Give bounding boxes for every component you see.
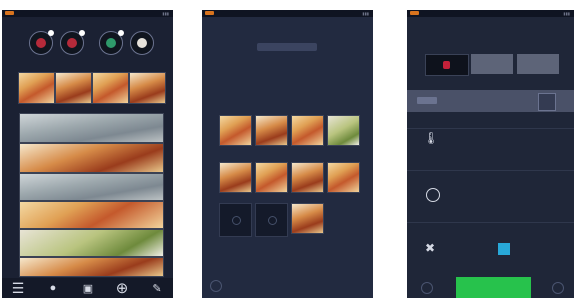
category-chicken[interactable] — [29, 30, 54, 55]
recipe-tile[interactable] — [327, 115, 360, 146]
favorite-icon[interactable] — [552, 282, 564, 294]
back-icon[interactable] — [210, 280, 222, 292]
recipe-thumbnail[interactable] — [18, 72, 55, 104]
sub-tab-selected[interactable] — [417, 97, 437, 104]
recipe-banner[interactable] — [19, 113, 164, 143]
recipe-banner[interactable] — [19, 143, 164, 173]
selected-badge — [79, 30, 85, 36]
back-icon[interactable] — [421, 282, 433, 294]
mode-tab[interactable] — [471, 54, 513, 74]
selected-badge — [118, 30, 124, 36]
brand-logo — [410, 11, 419, 15]
start-button[interactable] — [456, 277, 531, 298]
status-bar: ▮▮▮ — [407, 10, 574, 17]
brand-logo — [5, 11, 14, 15]
recipe-tile[interactable] — [255, 162, 288, 193]
placeholder-icon — [232, 216, 241, 225]
status-bar: ▮▮▮ — [2, 10, 173, 17]
humidity-icon — [498, 243, 510, 255]
category-fish[interactable] — [99, 30, 124, 55]
divider — [407, 222, 574, 223]
chicken-icon — [36, 38, 46, 48]
fire-icon[interactable]: ● — [43, 278, 63, 298]
status-bar: ▮▮▮ — [202, 10, 373, 17]
clock-icon — [426, 188, 440, 202]
recipe-thumbnail[interactable] — [129, 72, 166, 104]
recipe-thumbnail[interactable] — [92, 72, 129, 104]
divider — [407, 128, 574, 129]
recipe-tile[interactable] — [291, 162, 324, 193]
divider — [407, 170, 574, 171]
recipe-banner[interactable] — [19, 201, 164, 229]
brand-logo — [205, 11, 214, 15]
recipe-banner[interactable] — [19, 257, 164, 277]
recipe-banner[interactable] — [19, 229, 164, 257]
fan-icon: ✖ — [424, 241, 436, 255]
category-bakery[interactable] — [130, 31, 154, 55]
empty-recipe-slot[interactable] — [219, 203, 252, 237]
mode-tab-selected[interactable] — [425, 54, 469, 76]
recipe-tile[interactable] — [219, 162, 252, 193]
fish-icon — [106, 38, 116, 48]
menu-screen: ▮▮▮ ☰ ● ▣ ⊕ ✎ — [2, 10, 173, 298]
meat-icon — [67, 38, 77, 48]
bottom-tabbar: ☰ ● ▣ ⊕ ✎ — [2, 278, 173, 298]
signal-icon: ▮▮▮ — [563, 11, 570, 16]
bakery-icon — [137, 38, 147, 48]
recipe-banner[interactable] — [19, 173, 164, 201]
add-circle-icon[interactable]: ⊕ — [112, 278, 132, 298]
edit-icon[interactable]: ✎ — [147, 278, 167, 298]
settings-toggle[interactable] — [538, 93, 556, 111]
empty-recipe-slot[interactable] — [255, 203, 288, 237]
sub-tab-bar — [407, 90, 574, 112]
menu-icon[interactable]: ☰ — [8, 278, 28, 298]
selected-badge — [48, 30, 54, 36]
thermometer-icon: 🌡 — [423, 131, 439, 145]
placeholder-icon — [268, 216, 277, 225]
signal-icon: ▮▮▮ — [162, 11, 169, 16]
screen-title-bar — [257, 43, 317, 51]
recipe-tile[interactable] — [291, 203, 324, 234]
recipe-tile[interactable] — [219, 115, 252, 146]
flame-icon — [443, 61, 450, 69]
signal-icon: ▮▮▮ — [362, 11, 369, 16]
recipe-tile[interactable] — [327, 162, 360, 193]
recipe-tile[interactable] — [291, 115, 324, 146]
cooking-screen: ▮▮▮ 🌡 ✖ — [407, 10, 574, 298]
category-meat[interactable] — [60, 30, 85, 55]
recipe-thumbnail[interactable] — [55, 72, 92, 104]
recipe-tile[interactable] — [255, 115, 288, 146]
recipes-screen: ▮▮▮ — [202, 10, 373, 298]
mode-tab[interactable] — [517, 54, 559, 74]
trash-icon[interactable]: ▣ — [78, 278, 98, 298]
